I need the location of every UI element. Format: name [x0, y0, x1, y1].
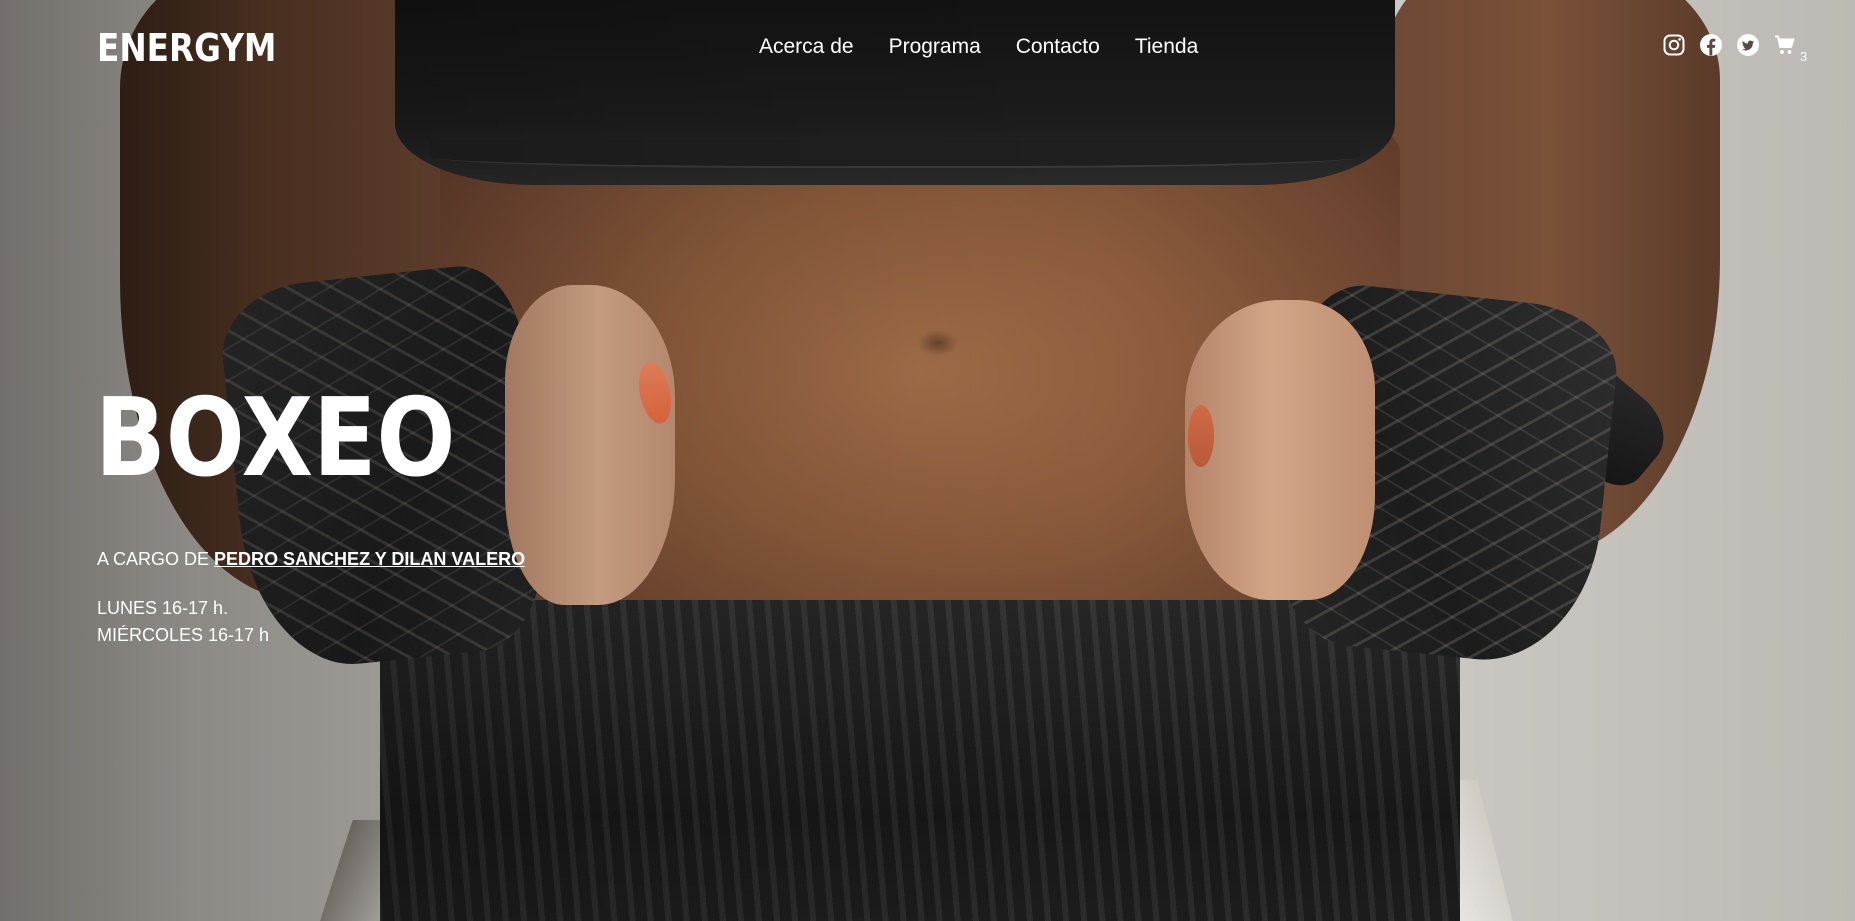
schedule: LUNES 16-17 h. MIÉRCOLES 16-17 h [97, 595, 269, 649]
site-logo[interactable]: ENERGYM [97, 26, 276, 70]
trainer-prefix: A CARGO DE [97, 549, 210, 569]
site-header: ENERGYM Acerca de Programa Contacto Tien… [0, 0, 1855, 96]
schedule-item: MIÉRCOLES 16-17 h [97, 625, 270, 645]
main-nav: Acerca de Programa Contacto Tienda [759, 32, 1233, 62]
trainer-line: A CARGO DE PEDRO SANCHEZ Y DILAN VALERO [97, 547, 525, 571]
facebook-icon[interactable] [1699, 33, 1723, 57]
nav-link-programa[interactable]: Programa [889, 32, 981, 62]
twitter-icon[interactable] [1736, 33, 1760, 57]
page-title: BOXEO [95, 376, 456, 501]
nav-link-acerca-de[interactable]: Acerca de [759, 32, 854, 62]
cart-count: 3 [1800, 49, 1808, 64]
cart-button[interactable]: 3 [1773, 33, 1807, 63]
nav-link-contacto[interactable]: Contacto [1016, 32, 1100, 62]
cart-icon [1773, 33, 1797, 57]
schedule-item: LUNES 16-17 h. [97, 598, 229, 618]
trainer-names-link[interactable]: PEDRO SANCHEZ Y DILAN VALERO [214, 549, 525, 569]
instagram-icon[interactable] [1662, 33, 1686, 57]
social-links: 3 [1662, 33, 1807, 63]
nav-link-tienda[interactable]: Tienda [1135, 32, 1198, 62]
